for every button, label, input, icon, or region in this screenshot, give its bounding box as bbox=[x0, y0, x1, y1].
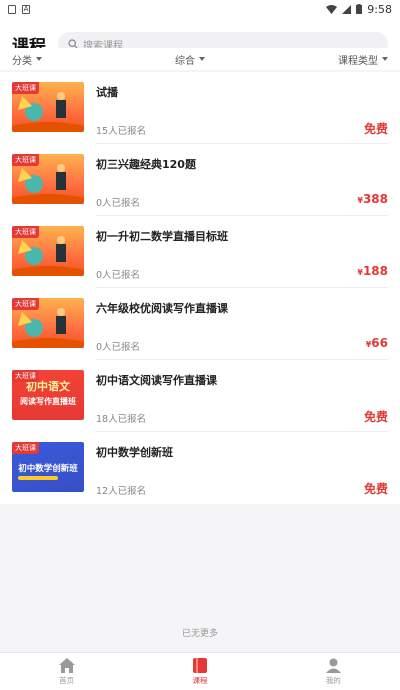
user-icon bbox=[325, 658, 341, 673]
banner-decoration bbox=[18, 476, 58, 480]
course-tag: 大班课 bbox=[12, 298, 39, 310]
no-more-text: 已无更多 bbox=[181, 629, 218, 639]
filter-category-label: 分类 bbox=[12, 55, 32, 67]
course-item[interactable]: 初中数学创新班 大班课 初中数学创新班 12人已报名 免费 bbox=[0, 432, 400, 504]
course-thumbnail: 初中数学创新班 大班课 bbox=[12, 442, 84, 492]
course-tag: 大班课 bbox=[12, 442, 39, 454]
bottom-tab-bar: 首页 课程 我的 bbox=[0, 652, 400, 690]
course-tag: 大班课 bbox=[12, 154, 39, 166]
tab-profile[interactable]: 我的 bbox=[267, 653, 400, 690]
banner-line-1: 初中数学创新班 bbox=[18, 464, 78, 474]
price-value: 免费 bbox=[363, 482, 388, 496]
tab-profile-label: 我的 bbox=[325, 675, 341, 685]
filter-sort-label: 综合 bbox=[175, 55, 195, 67]
caret-down-icon bbox=[36, 57, 42, 61]
course-price: ¥66 bbox=[366, 336, 388, 350]
course-item[interactable]: 初中语文 阅读写作直播班 大班课 初中语文阅读写作直播课 18人已报名 免费 bbox=[0, 360, 400, 432]
course-list: 大班课 试播 15人已报名 免费 大班课 初三兴趣经典120题 0人已报名 ¥3… bbox=[0, 72, 400, 504]
course-thumbnail: 大班课 bbox=[12, 298, 84, 348]
filter-sort[interactable]: 综合 bbox=[175, 52, 205, 67]
signal-icon bbox=[342, 4, 352, 14]
course-price: 免费 bbox=[364, 120, 388, 137]
course-tag: 大班课 bbox=[12, 370, 39, 382]
status-icons-right: 9:58 bbox=[326, 3, 392, 16]
course-enrolled: 0人已报名 bbox=[96, 198, 141, 209]
course-enrolled: 18人已报名 bbox=[96, 414, 147, 425]
status-bar: A 9:58 bbox=[0, 0, 400, 18]
course-price: ¥188 bbox=[357, 264, 388, 278]
home-icon bbox=[58, 657, 75, 673]
status-time: 9:58 bbox=[367, 2, 392, 16]
course-tag: 大班课 bbox=[12, 82, 39, 94]
course-title: 初三兴趣经典120题 bbox=[96, 158, 196, 171]
filter-category[interactable]: 分类 bbox=[12, 52, 42, 67]
course-enrolled: 15人已报名 bbox=[96, 126, 147, 137]
notification-icon bbox=[8, 4, 16, 14]
caret-down-icon bbox=[199, 57, 205, 61]
caret-down-icon bbox=[382, 57, 388, 61]
course-price: 免费 bbox=[364, 480, 388, 497]
tab-home[interactable]: 首页 bbox=[0, 653, 133, 690]
course-enrolled: 0人已报名 bbox=[96, 270, 141, 281]
notification-icon-2: A bbox=[22, 4, 30, 14]
wifi-icon bbox=[326, 4, 338, 14]
price-value: 388 bbox=[362, 192, 388, 206]
course-thumbnail: 大班课 bbox=[12, 82, 84, 132]
banner-line-2: 阅读写作直播班 bbox=[20, 397, 76, 406]
course-price: 免费 bbox=[364, 408, 388, 425]
course-item[interactable]: 大班课 六年级校优阅读写作直播课 0人已报名 ¥66 bbox=[0, 288, 400, 360]
book-icon bbox=[192, 657, 207, 673]
tab-home-label: 首页 bbox=[59, 675, 75, 685]
course-item[interactable]: 大班课 初三兴趣经典120题 0人已报名 ¥388 bbox=[0, 144, 400, 216]
price-value: 免费 bbox=[363, 122, 388, 136]
tab-courses[interactable]: 课程 bbox=[133, 653, 266, 690]
course-item[interactable]: 大班课 试播 15人已报名 免费 bbox=[0, 72, 400, 144]
course-title: 初中数学创新班 bbox=[96, 446, 173, 459]
course-thumbnail: 初中语文 阅读写作直播班 大班课 bbox=[12, 370, 84, 420]
tab-courses-label: 课程 bbox=[192, 675, 208, 685]
course-tag: 大班课 bbox=[12, 226, 39, 238]
course-title: 试播 bbox=[96, 86, 118, 99]
course-price: ¥388 bbox=[357, 192, 388, 206]
price-value: 188 bbox=[362, 264, 388, 278]
filter-course-type-label: 课程类型 bbox=[338, 55, 378, 67]
price-value: 免费 bbox=[363, 410, 388, 424]
course-title: 初一升初二数学直播目标班 bbox=[96, 230, 228, 243]
course-title: 初中语文阅读写作直播课 bbox=[96, 374, 217, 387]
course-title: 六年级校优阅读写作直播课 bbox=[96, 302, 228, 315]
battery-icon bbox=[356, 4, 363, 14]
price-value: 66 bbox=[371, 336, 388, 350]
filter-course-type[interactable]: 课程类型 bbox=[338, 52, 388, 67]
course-enrolled: 12人已报名 bbox=[96, 486, 147, 497]
status-icons-left: A bbox=[8, 4, 30, 14]
course-thumbnail: 大班课 bbox=[12, 226, 84, 276]
filter-bar: 分类 综合 课程类型 bbox=[0, 48, 400, 70]
course-enrolled: 0人已报名 bbox=[96, 342, 141, 353]
course-item[interactable]: 大班课 初一升初二数学直播目标班 0人已报名 ¥188 bbox=[0, 216, 400, 288]
course-thumbnail: 大班课 bbox=[12, 154, 84, 204]
